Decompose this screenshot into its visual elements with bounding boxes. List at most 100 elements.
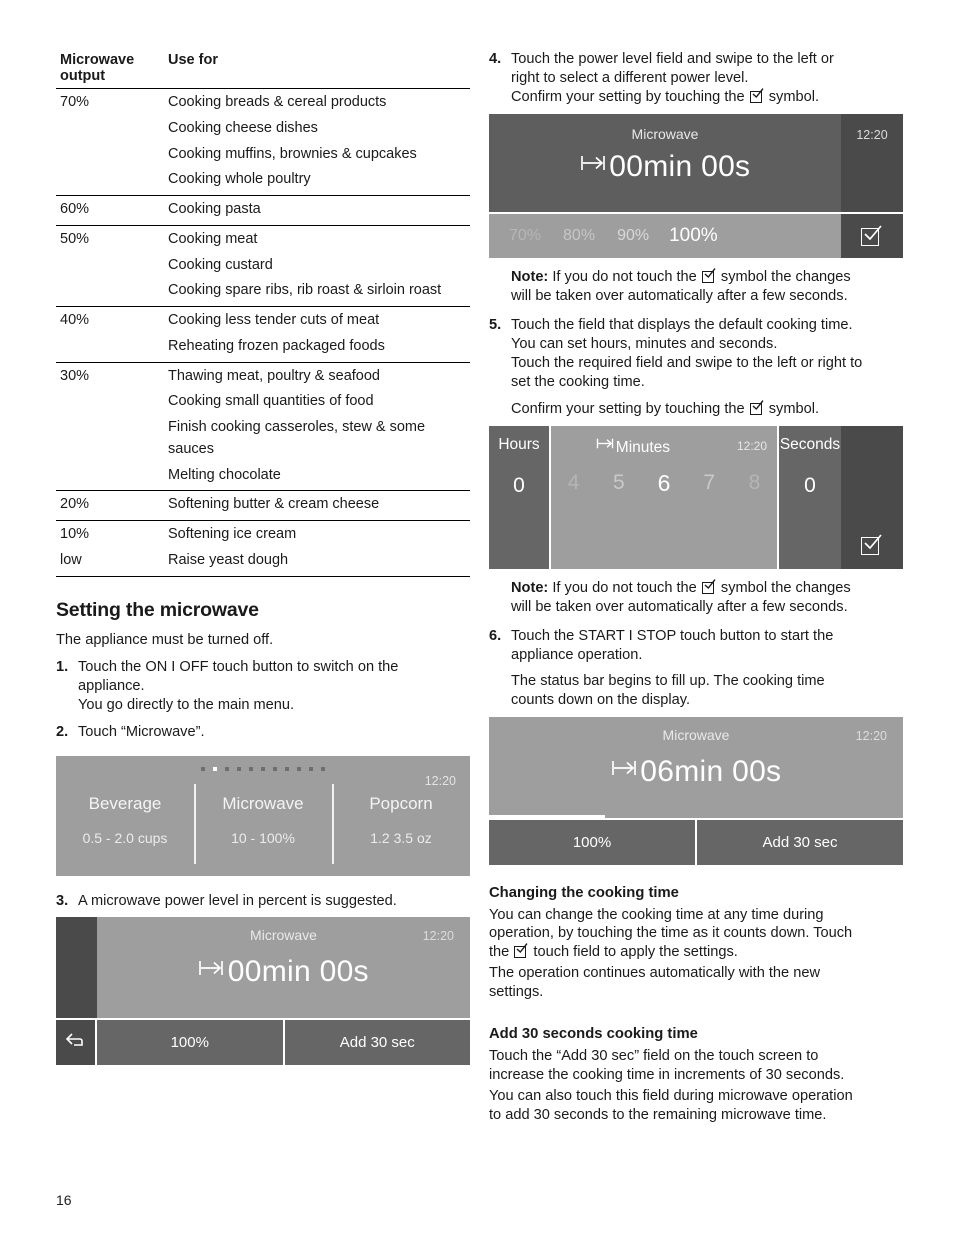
confirm-button[interactable] bbox=[841, 213, 903, 258]
steps-list-right-3: 6. Touch the START I STOP touch button t… bbox=[489, 627, 903, 710]
table-cell-use: Cooking muffins, brownies & cupcakes bbox=[168, 145, 417, 162]
step-2-number: 2. bbox=[56, 724, 69, 741]
mw1-screen[interactable]: Microwave 12:20 00min 00s bbox=[97, 917, 470, 1019]
minute-option-7[interactable]: 7 bbox=[687, 471, 732, 495]
page-title: Setting the microwave bbox=[56, 598, 259, 621]
note-1-line2: symbol the changes bbox=[720, 268, 851, 285]
seconds-value: 0 bbox=[804, 473, 816, 497]
add-30-sec-button[interactable]: Add 30 sec bbox=[695, 819, 903, 865]
mw2-time[interactable]: 06min 00s bbox=[489, 753, 903, 789]
power-level-slider[interactable]: 70% 80% 90% 100% bbox=[489, 213, 841, 258]
add-30-sec-label: Add 30 sec bbox=[339, 1034, 415, 1052]
changing-paragraph-1: You can change the cooking time at any t… bbox=[489, 906, 903, 963]
table-cell-output bbox=[56, 465, 164, 491]
back-button[interactable] bbox=[56, 1020, 97, 1066]
menu-item-beverage[interactable]: Beverage 0.5 - 2.0 cups bbox=[56, 756, 194, 876]
table-cell-output bbox=[56, 255, 164, 281]
table-cell-output bbox=[56, 144, 164, 170]
table-header-usefor: Use for bbox=[164, 50, 470, 89]
table-row: Cooking muffins, brownies & cupcakes bbox=[56, 144, 470, 170]
mw1-time[interactable]: 00min 00s bbox=[97, 953, 470, 989]
menu-item-popcorn[interactable]: Popcorn 1.2 3.5 oz bbox=[332, 756, 470, 876]
microwave-display-running[interactable]: Microwave 12:20 06min 00s 100% Add 30 se… bbox=[489, 716, 903, 865]
step-1-line2: appliance. bbox=[78, 678, 145, 695]
power-option-90[interactable]: 90% bbox=[617, 227, 649, 245]
power-level-button[interactable]: 100% bbox=[97, 1020, 283, 1066]
table-header-row: Microwave output Use for bbox=[56, 50, 470, 89]
cooking-time-display[interactable]: Hours 0 Minutes 12:20 4 5 6 7 8 Seconds … bbox=[489, 425, 903, 569]
menu-item-microwave[interactable]: Microwave 10 - 100% bbox=[194, 756, 332, 876]
step-6-line4: counts down on the display. bbox=[511, 691, 691, 708]
minutes-label: Minutes bbox=[551, 436, 715, 457]
step-5-number: 5. bbox=[489, 316, 502, 333]
pwr-bottom: 70% 80% 90% 100% bbox=[489, 211, 903, 258]
time-clock: 12:20 bbox=[736, 438, 767, 453]
back-arrow-icon bbox=[65, 1030, 87, 1055]
minute-option-4[interactable]: 4 bbox=[551, 471, 596, 495]
mw2-screen[interactable]: Microwave 12:20 06min 00s bbox=[489, 716, 903, 818]
microwave-display-initial[interactable]: Microwave 12:20 00min 00s 100% Add 30 se… bbox=[56, 917, 470, 1066]
seconds-field[interactable]: Seconds 0 bbox=[779, 425, 841, 569]
confirm-check-icon bbox=[749, 399, 764, 415]
table-cell-use: Melting chocolate bbox=[168, 466, 281, 483]
table-header-output: Microwave output bbox=[56, 50, 164, 89]
step-5-line4: set the cooking time. bbox=[511, 373, 645, 390]
table-cell-use: Softening ice cream bbox=[164, 519, 470, 550]
table-row: low Raise yeast dough bbox=[56, 549, 470, 577]
changing-heading: Changing the cooking time bbox=[489, 884, 679, 901]
steps-list-left-2: 3. A microwave power level in percent is… bbox=[56, 892, 470, 911]
add30-p1-line1: Touch the “Add 30 sec” field on the touc… bbox=[489, 1048, 819, 1065]
menu-columns: Beverage 0.5 - 2.0 cups Microwave 10 - 1… bbox=[56, 756, 470, 876]
add-30-sec-button[interactable]: Add 30 sec bbox=[282, 1020, 470, 1066]
power-option-100-selected[interactable]: 100% bbox=[669, 225, 718, 247]
changing-p1-line3-b: touch field to apply the settings. bbox=[533, 944, 738, 961]
table-cell-output: 70% bbox=[56, 87, 164, 118]
minute-option-6-selected[interactable]: 6 bbox=[641, 470, 686, 497]
table-cell-use: Cooking whole poultry bbox=[168, 171, 311, 188]
pwr-top: Microwave 00min 00s 12:20 bbox=[489, 113, 903, 212]
table-cell-use: Finish cooking casseroles, stew & some s… bbox=[168, 419, 426, 457]
confirm-check-icon bbox=[701, 268, 716, 283]
power-level-button[interactable]: 100% bbox=[489, 819, 695, 865]
step-4-line3-a: Confirm your setting by touching the bbox=[511, 88, 745, 105]
table-row: 10% Softening ice cream bbox=[56, 519, 470, 550]
power-option-80[interactable]: 80% bbox=[563, 227, 595, 245]
note-1-line1: If you do not touch the bbox=[552, 268, 697, 285]
step-5-line1: Touch the field that displays the defaul… bbox=[511, 316, 853, 333]
table-cell-output: 40% bbox=[56, 305, 164, 336]
mw2-top: Microwave 12:20 06min 00s bbox=[489, 716, 903, 818]
minutes-field[interactable]: Minutes 12:20 4 5 6 7 8 bbox=[551, 425, 779, 569]
table-row: Melting chocolate bbox=[56, 465, 470, 491]
step-1-line1: Touch the ON I OFF touch button to switc… bbox=[78, 659, 399, 676]
note-1-label: Note: bbox=[511, 268, 549, 285]
hours-field[interactable]: Hours 0 bbox=[489, 425, 551, 569]
power-level-label: 100% bbox=[572, 833, 612, 851]
step-3-number: 3. bbox=[56, 893, 69, 910]
table-cell-use: Cooking spare ribs, rib roast & sirloin … bbox=[168, 282, 442, 299]
changing-p2-line1: The operation continues automatically wi… bbox=[489, 965, 820, 982]
table-body: 70% Cooking breads & cereal products Cooki… bbox=[56, 87, 470, 577]
power-option-70[interactable]: 70% bbox=[509, 227, 541, 245]
steps-list-right-2: 5. Touch the field that displays the def… bbox=[489, 316, 903, 419]
table-cell-use: Cooking cheese dishes bbox=[168, 119, 318, 136]
minute-option-8[interactable]: 8 bbox=[732, 471, 777, 495]
table-cell-use: Cooking breads & cereal products bbox=[164, 87, 470, 118]
confirm-button[interactable] bbox=[841, 425, 903, 569]
power-level-display[interactable]: Microwave 00min 00s 12:20 70% 80% 90% 10… bbox=[489, 113, 903, 258]
confirm-check-icon bbox=[701, 578, 716, 594]
step-5-line5-b: symbol. bbox=[768, 400, 820, 417]
step-5: 5. Touch the field that displays the def… bbox=[489, 316, 903, 419]
minute-option-5[interactable]: 5 bbox=[596, 471, 641, 495]
changing-p2-line2: settings. bbox=[489, 984, 544, 1001]
arrow-to-bar-icon bbox=[596, 436, 614, 456]
table-cell-use: Thawing meat, poultry & seafood bbox=[164, 361, 470, 392]
menu-item-microwave-label: Microwave bbox=[222, 794, 304, 814]
minutes-label-text: Minutes bbox=[615, 438, 671, 456]
step-6-line3: The status bar begins to fill up. The co… bbox=[511, 672, 825, 689]
table-row: Cooking cheese dishes bbox=[56, 118, 470, 144]
mw2-clock: 12:20 bbox=[855, 728, 887, 743]
minutes-slider[interactable]: 4 5 6 7 8 bbox=[551, 470, 777, 497]
arrow-to-bar-icon bbox=[580, 148, 606, 182]
step-6-line2: appliance operation. bbox=[511, 646, 643, 663]
main-menu-display[interactable]: 12:20 Beverage 0.5 - 2.0 cups Microwave … bbox=[56, 756, 470, 877]
